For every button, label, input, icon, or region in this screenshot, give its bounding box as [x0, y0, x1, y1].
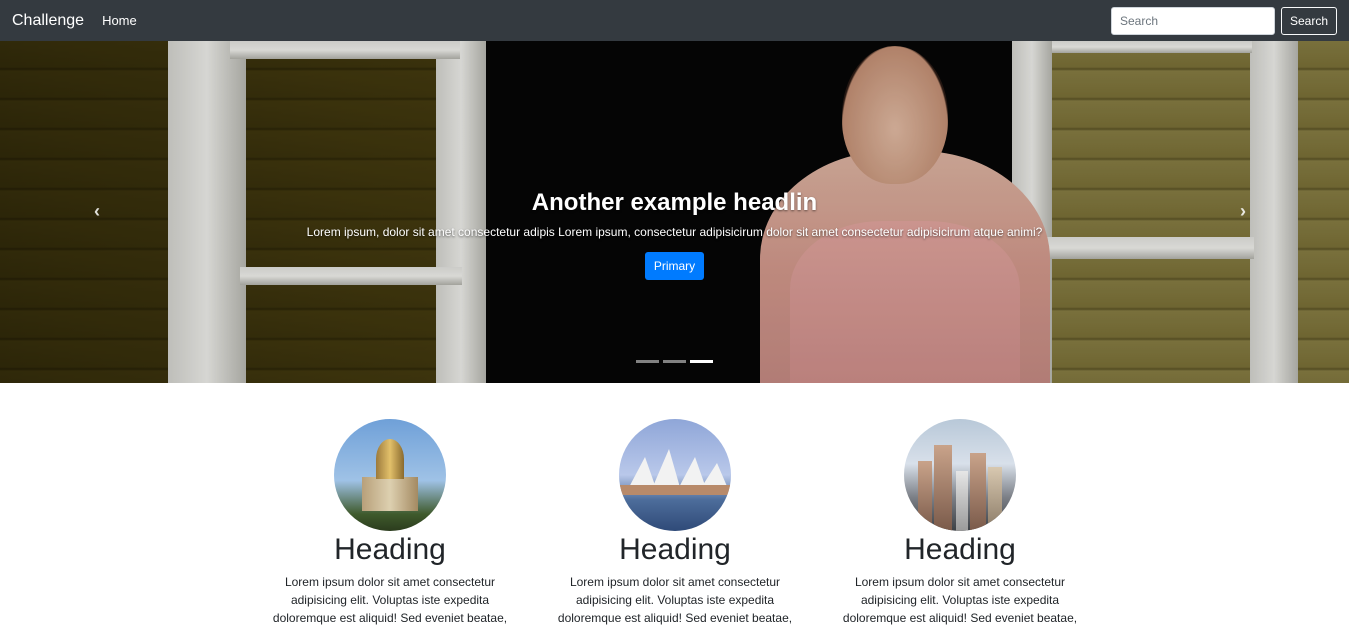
column-image: [619, 419, 731, 531]
column-text: Lorem ipsum dolor sit amet consectetur a…: [842, 575, 1078, 625]
column-text: Lorem ipsum dolor sit amet consectetur a…: [557, 575, 793, 625]
marketing-section: Heading Lorem ipsum dolor sit amet conse…: [0, 383, 1349, 636]
carousel-caption: Another example headlin Lorem ipsum, dol…: [0, 189, 1349, 280]
column-image: [904, 419, 1016, 531]
hero-carousel: ‹ › Another example headlin Lorem ipsum,…: [0, 41, 1349, 383]
brand-link[interactable]: Challenge: [12, 12, 84, 30]
column-heading: Heading: [334, 533, 446, 566]
column-text: Lorem ipsum dolor sit amet consectetur a…: [272, 575, 508, 625]
indicator-1[interactable]: [636, 360, 659, 363]
marketing-column: Heading Lorem ipsum dolor sit amet conse…: [550, 419, 800, 627]
carousel-indicators: [636, 360, 713, 363]
search-button[interactable]: Search: [1280, 6, 1337, 35]
indicator-3[interactable]: [690, 360, 713, 363]
search-input[interactable]: [1110, 6, 1275, 35]
column-image: [334, 419, 446, 531]
marketing-column: Heading Lorem ipsum dolor sit amet conse…: [265, 419, 515, 627]
column-heading: Heading: [904, 533, 1016, 566]
indicator-2[interactable]: [663, 360, 686, 363]
nav-link-home[interactable]: Home: [102, 13, 137, 28]
marketing-column: Heading Lorem ipsum dolor sit amet conse…: [835, 419, 1085, 627]
search-form: Search: [1110, 6, 1337, 35]
navbar: Challenge Home Search: [0, 0, 1349, 41]
primary-button[interactable]: Primary: [644, 252, 705, 280]
carousel-text: Lorem ipsum, dolor sit amet consectetur …: [306, 225, 1043, 239]
carousel-headline: Another example headlin: [531, 189, 818, 216]
column-heading: Heading: [619, 533, 731, 566]
